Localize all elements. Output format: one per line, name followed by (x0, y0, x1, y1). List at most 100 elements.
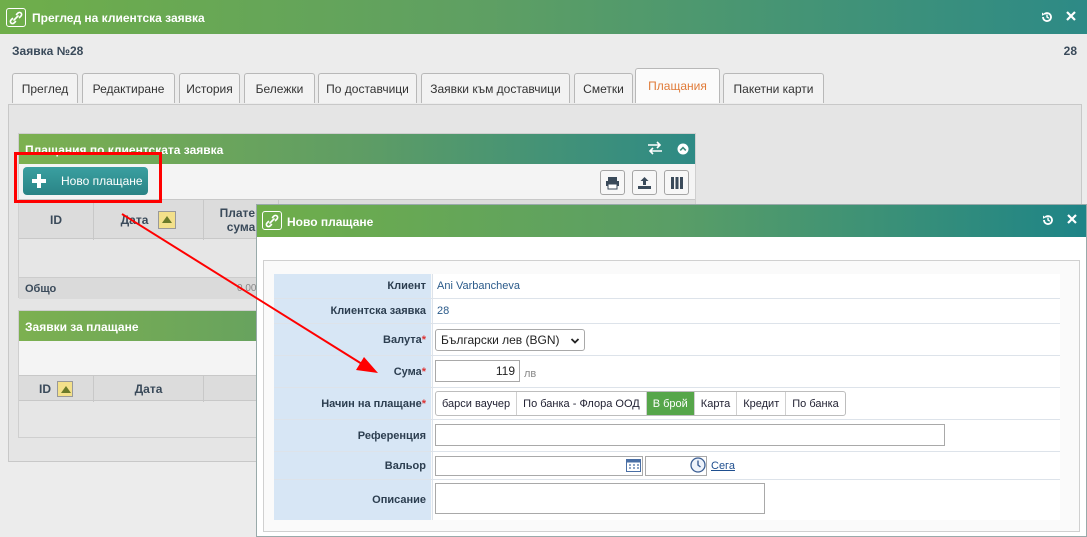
history-icon[interactable] (1039, 10, 1055, 26)
link-icon (6, 8, 26, 27)
client-order-value-cell: 28 (432, 299, 1060, 323)
dialog-title-bar: Ново плащане (257, 205, 1086, 237)
chevron-down-icon (570, 335, 580, 349)
description-label-text: Описание (372, 494, 426, 506)
tab-overview[interactable]: Преглед (12, 73, 78, 103)
collapse-icon[interactable] (677, 143, 689, 158)
order-number: 28 (1063, 44, 1077, 58)
payment-method-value-cell: барси ваучер По банка - Флора ООД В брой… (432, 388, 1060, 419)
new-payment-dialog: Ново плащане Клиент Ani Varbancheva Клие… (256, 204, 1087, 537)
currency-row: Валута * Български лев (BGN) (274, 324, 1060, 356)
tab-edit[interactable]: Редактиране (82, 73, 175, 103)
client-order-value: 28 (437, 305, 450, 317)
description-value-cell (432, 480, 1060, 520)
amount-label-text: Сума (393, 365, 422, 378)
total-value: 0.00 (237, 283, 257, 294)
value-date-label: Вальор (274, 452, 431, 479)
tab-label: Пакетни карти (733, 81, 814, 96)
client-value-cell: Ani Varbancheva (432, 274, 1060, 298)
description-label: Описание (274, 480, 431, 520)
history-icon[interactable] (1040, 213, 1056, 229)
tab-label: Плащания (648, 79, 707, 93)
method-card[interactable]: Карта (695, 392, 738, 415)
method-voucher[interactable]: барси ваучер (436, 392, 518, 415)
col-date-label: Дата (120, 213, 149, 227)
method-bank-flora[interactable]: По банка - Флора ООД (517, 392, 647, 415)
tab-label: Преглед (21, 81, 69, 96)
clock-icon[interactable] (690, 457, 706, 476)
req-col-id-header[interactable]: ID (19, 376, 94, 402)
annotation-highlight-box (14, 152, 162, 203)
amount-value-cell: 119 лв (432, 356, 1060, 387)
currency-selected: Български лев (BGN) (441, 333, 560, 347)
col-id-header[interactable]: ID (19, 200, 94, 240)
payment-method-label-text: Начин на плащане (321, 397, 422, 410)
payment-method-selector: барси ваучер По банка - Флора ООД В брой… (435, 391, 846, 416)
tab-label: История (186, 81, 233, 96)
col-paid-label-2: сума (226, 220, 256, 234)
tab-by-suppliers[interactable]: По доставчици (318, 73, 417, 103)
window-title-bar: Преглед на клиентска заявка (0, 0, 1087, 34)
amount-row: Сума * 119 лв (274, 356, 1060, 388)
export-icon[interactable] (632, 170, 657, 195)
dialog-title: Ново плащане (287, 215, 374, 229)
description-row: Описание (274, 480, 1060, 520)
payment-method-row: Начин на плащане * барси ваучер По банка … (274, 388, 1060, 420)
description-textarea[interactable] (435, 483, 765, 514)
value-date-value-cell: Сега (432, 452, 1060, 479)
tab-notes[interactable]: Бележки (244, 73, 315, 103)
tab-label: Заявки към доставчици (430, 81, 561, 96)
currency-label-text: Валута (383, 333, 422, 346)
tab-history[interactable]: История (179, 73, 240, 103)
swap-icon[interactable] (647, 141, 663, 158)
method-cash[interactable]: В брой (646, 392, 695, 415)
tab-label: Сметки (583, 81, 624, 96)
client-order-row: Клиентска заявка 28 (274, 299, 1060, 324)
amount-input[interactable]: 119 (435, 360, 520, 382)
link-icon (262, 211, 282, 230)
tab-invoices[interactable]: Сметки (574, 73, 633, 103)
tab-label: Бележки (255, 81, 304, 96)
reference-input[interactable] (435, 424, 945, 446)
close-icon[interactable] (1064, 213, 1080, 229)
payment-method-label: Начин на плащане * (274, 388, 431, 419)
currency-label: Валута * (274, 324, 431, 355)
req-col-date-header[interactable]: Дата (94, 376, 204, 402)
client-value: Ani Varbancheva (437, 280, 520, 292)
window-title: Преглед на клиентска заявка (32, 11, 205, 25)
now-link[interactable]: Сега (711, 460, 735, 472)
col-date-header[interactable]: Дата (94, 200, 204, 240)
payment-form: Клиент Ani Varbancheva Клиентска заявка … (263, 260, 1080, 532)
method-bank[interactable]: По банка (786, 392, 845, 415)
payment-requests-title: Заявки за плащане (25, 320, 139, 334)
tab-package-cards[interactable]: Пакетни карти (723, 73, 824, 103)
total-label: Общо (25, 283, 57, 295)
print-icon[interactable] (600, 170, 625, 195)
tab-supplier-orders[interactable]: Заявки към доставчици (421, 73, 570, 103)
reference-label: Референция (274, 420, 431, 451)
tab-label: Редактиране (92, 81, 165, 96)
value-date-label-text: Вальор (384, 459, 426, 472)
col-id-label: ID (50, 213, 62, 227)
tab-payments[interactable]: Плащания (635, 68, 720, 103)
reference-row: Референция (274, 420, 1060, 452)
columns-icon[interactable] (664, 170, 689, 195)
client-label-text: Клиент (387, 280, 426, 292)
close-icon[interactable] (1063, 10, 1079, 26)
order-title: Заявка №28 (12, 44, 84, 58)
amount-label: Сума * (274, 356, 431, 387)
method-credit[interactable]: Кредит (737, 392, 787, 415)
sort-asc-icon[interactable] (57, 381, 73, 397)
currency-value-cell: Български лев (BGN) (432, 324, 1060, 355)
currency-select[interactable]: Български лев (BGN) (435, 329, 585, 351)
client-row: Клиент Ani Varbancheva (274, 274, 1060, 299)
reference-label-text: Референция (357, 429, 426, 442)
req-col-date-label: Дата (134, 382, 163, 396)
tab-label: По доставчици (326, 81, 409, 96)
client-order-label-text: Клиентска заявка (330, 305, 426, 317)
reference-value-cell (432, 420, 1060, 451)
amount-unit: лв (524, 368, 537, 380)
calendar-icon[interactable] (626, 458, 641, 475)
sort-asc-icon[interactable] (158, 211, 177, 229)
value-date-input[interactable] (435, 456, 643, 476)
